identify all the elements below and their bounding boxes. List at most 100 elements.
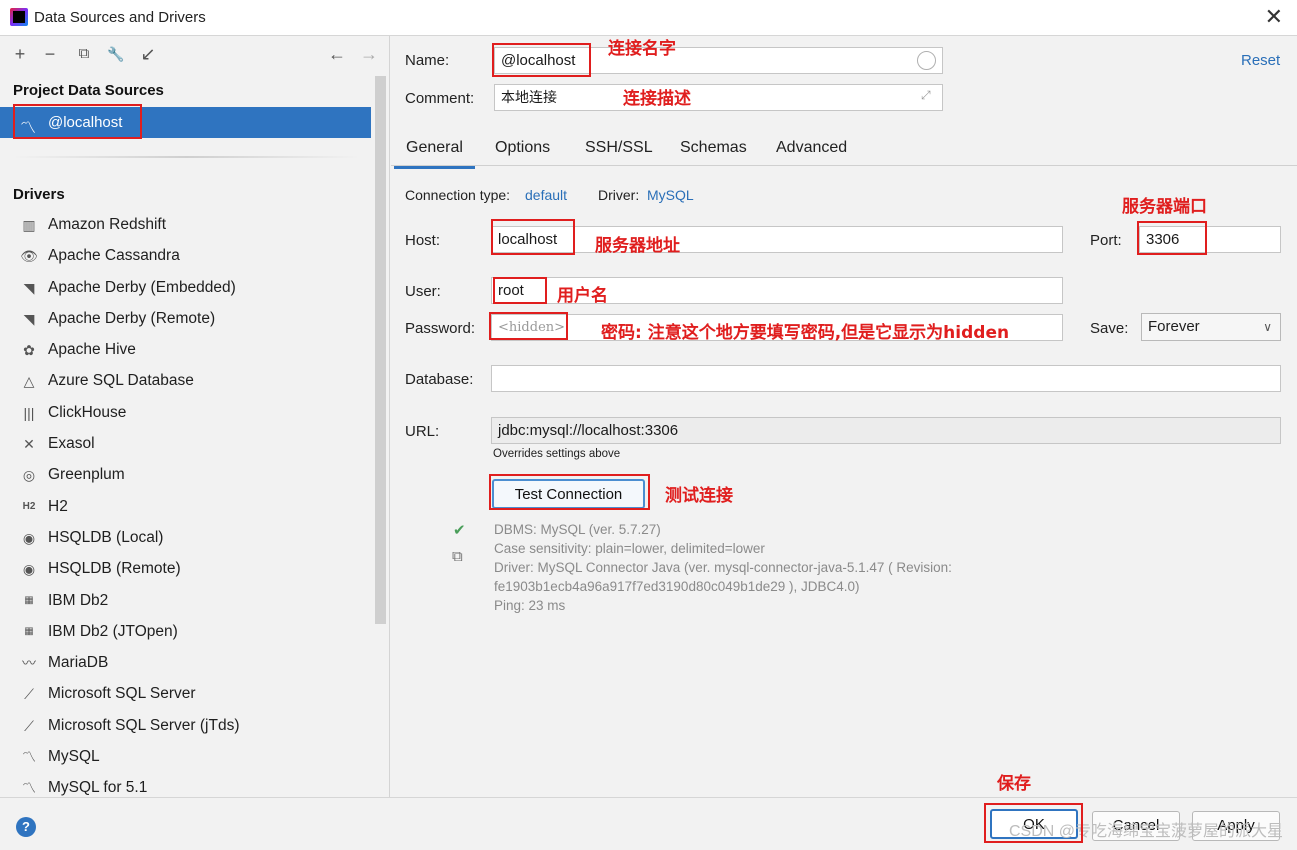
driver-item[interactable]: ◉ HSQLDB (Local): [0, 523, 371, 554]
comment-label: Comment:: [405, 90, 475, 107]
driver-item[interactable]: ◉ HSQLDB (Remote): [0, 554, 371, 585]
driver-item[interactable]: ▥ Amazon Redshift: [0, 210, 371, 241]
driver-label: IBM Db2: [48, 591, 109, 609]
test-connection-button[interactable]: Test Connection: [492, 479, 645, 509]
driver-item[interactable]: ✕ Exasol: [0, 429, 371, 460]
driver-label: IBM Db2 (JTOpen): [48, 622, 178, 640]
add-icon[interactable]: +: [10, 44, 30, 64]
driver-item[interactable]: 〰 MariaDB: [0, 648, 371, 679]
driver-item[interactable]: ▦ IBM Db2 (JTOpen): [0, 617, 371, 648]
driver-label: MariaDB: [48, 654, 109, 672]
driver-icon: H2: [22, 500, 36, 512]
driver-item[interactable]: 〽 MySQL for 5.1: [0, 773, 371, 797]
driver-item[interactable]: H2 H2: [0, 492, 371, 523]
driver-icon: ✿: [23, 342, 35, 359]
driver-item[interactable]: ◥ Apache Derby (Remote): [0, 304, 371, 335]
driver-label: Apache Hive: [48, 341, 136, 359]
driver-item[interactable]: ⟋ Microsoft SQL Server: [0, 679, 371, 710]
driver-icon: ◥: [23, 279, 35, 296]
driver-icon: △: [23, 373, 35, 390]
tab-schemas[interactable]: Schemas: [680, 139, 747, 157]
left-panel: + − ⧉ 🔧 ↙ ← → Project Data Sources 〽 @lo…: [0, 36, 390, 797]
user-label: User:: [405, 283, 441, 300]
import-icon[interactable]: ↙: [138, 44, 158, 64]
annotation-test: 测试连接: [665, 486, 733, 506]
drivers-heading: Drivers: [13, 186, 65, 203]
forward-arrow-icon[interactable]: →: [359, 44, 379, 64]
mysql-dolphin-icon: 〽: [20, 120, 37, 137]
url-label: URL:: [405, 423, 440, 440]
save-dropdown-value: Forever: [1148, 318, 1200, 335]
scrollbar[interactable]: [375, 76, 386, 624]
dialog-footer: ? OK Cancel Apply CSDN @专吃海绵宝宝菠萝屋的派大星: [0, 797, 1297, 850]
driver-label: Apache Derby (Embedded): [48, 278, 236, 296]
annotation-save: 保存: [997, 774, 1031, 794]
intellij-app-icon: [10, 8, 28, 26]
result-line: Ping: 23 ms: [494, 598, 566, 613]
copy-icon[interactable]: ⧉: [452, 548, 463, 565]
tab-advanced[interactable]: Advanced: [776, 139, 847, 157]
tab-general[interactable]: General: [394, 139, 475, 169]
save-dropdown[interactable]: Forever ∨: [1141, 313, 1281, 341]
wrench-icon[interactable]: 🔧: [106, 44, 126, 64]
expand-icon[interactable]: ⤢: [921, 88, 931, 103]
host-field[interactable]: localhost: [491, 226, 1063, 253]
annotation-name: 连接名字: [608, 39, 676, 59]
back-arrow-icon[interactable]: ←: [327, 44, 347, 64]
comment-field[interactable]: 本地连接: [494, 84, 943, 111]
reset-link[interactable]: Reset: [1241, 52, 1280, 69]
right-panel: Name: @localhost Reset Comment: 本地连接 ⤢ G…: [391, 36, 1297, 797]
driver-item[interactable]: ▦ IBM Db2: [0, 586, 371, 617]
annotation-user: 用户名: [557, 286, 608, 306]
port-label: Port:: [1090, 232, 1122, 249]
driver-item[interactable]: ◥ Apache Derby (Embedded): [0, 273, 371, 304]
driver-icon: 〽: [22, 749, 36, 766]
driver-item[interactable]: 👁 Apache Cassandra: [0, 241, 371, 272]
port-field[interactable]: 3306: [1139, 226, 1281, 253]
left-toolbar: + − ⧉ 🔧 ↙ ← →: [0, 36, 389, 72]
tab-options[interactable]: Options: [495, 139, 550, 157]
driver-label: Microsoft SQL Server (jTds): [48, 716, 240, 734]
driver-item[interactable]: ✿ Apache Hive: [0, 335, 371, 366]
success-check-icon: ✔: [453, 522, 466, 539]
driver-label: ClickHouse: [48, 403, 127, 421]
driver-item[interactable]: ◎ Greenplum: [0, 460, 371, 491]
name-label: Name:: [405, 52, 450, 69]
driver-link[interactable]: MySQL: [647, 187, 694, 203]
tab-ssh-ssl[interactable]: SSH/SSL: [585, 139, 653, 157]
name-field[interactable]: @localhost: [494, 47, 943, 74]
url-field[interactable]: jdbc:mysql://localhost:3306: [491, 417, 1281, 444]
driver-icon: ⟋: [24, 717, 34, 734]
driver-label: Amazon Redshift: [48, 216, 167, 233]
database-field[interactable]: [491, 365, 1281, 392]
driver-item[interactable]: 〽 MySQL: [0, 742, 371, 773]
driver-label: Apache Cassandra: [48, 247, 180, 265]
data-source-localhost[interactable]: 〽 @localhost: [0, 107, 371, 138]
drivers-list: ▥ Amazon Redshift 👁 Apache Cassandra ◥ Apache…: [0, 210, 371, 797]
duplicate-icon[interactable]: ⧉: [74, 44, 94, 64]
close-icon[interactable]: ✕: [1265, 6, 1283, 28]
window-title: Data Sources and Drivers: [34, 9, 206, 26]
driver-icon: ◥: [23, 310, 35, 327]
driver-icon: ▦: [24, 594, 34, 606]
driver-icon: ◉: [22, 529, 36, 546]
result-line: Driver: MySQL Connector Java (ver. mysql…: [494, 560, 952, 575]
driver-icon: ◉: [22, 561, 36, 578]
driver-item[interactable]: ⟋ Microsoft SQL Server (jTds): [0, 711, 371, 742]
result-line: DBMS: MySQL (ver. 5.7.27): [494, 522, 661, 537]
remove-icon[interactable]: −: [40, 44, 60, 64]
driver-icon: |||: [23, 404, 35, 421]
driver-item[interactable]: △ Azure SQL Database: [0, 366, 371, 397]
help-icon[interactable]: ?: [16, 817, 36, 837]
driver-label: Apache Derby (Remote): [48, 309, 216, 327]
connection-type-label: Connection type:: [405, 187, 511, 203]
driver-item[interactable]: ||| ClickHouse: [0, 398, 371, 429]
driver-label: Microsoft SQL Server: [48, 685, 196, 703]
data-source-label: @localhost: [48, 114, 123, 131]
driver-label: MySQL for 5.1: [48, 779, 148, 797]
connection-type-link[interactable]: default: [525, 187, 567, 203]
color-picker-icon[interactable]: [917, 51, 936, 70]
project-data-sources-heading: Project Data Sources: [13, 82, 164, 99]
divider: [13, 156, 360, 158]
tab-bar: General Options SSH/SSL Schemas Advanced: [391, 134, 1297, 169]
